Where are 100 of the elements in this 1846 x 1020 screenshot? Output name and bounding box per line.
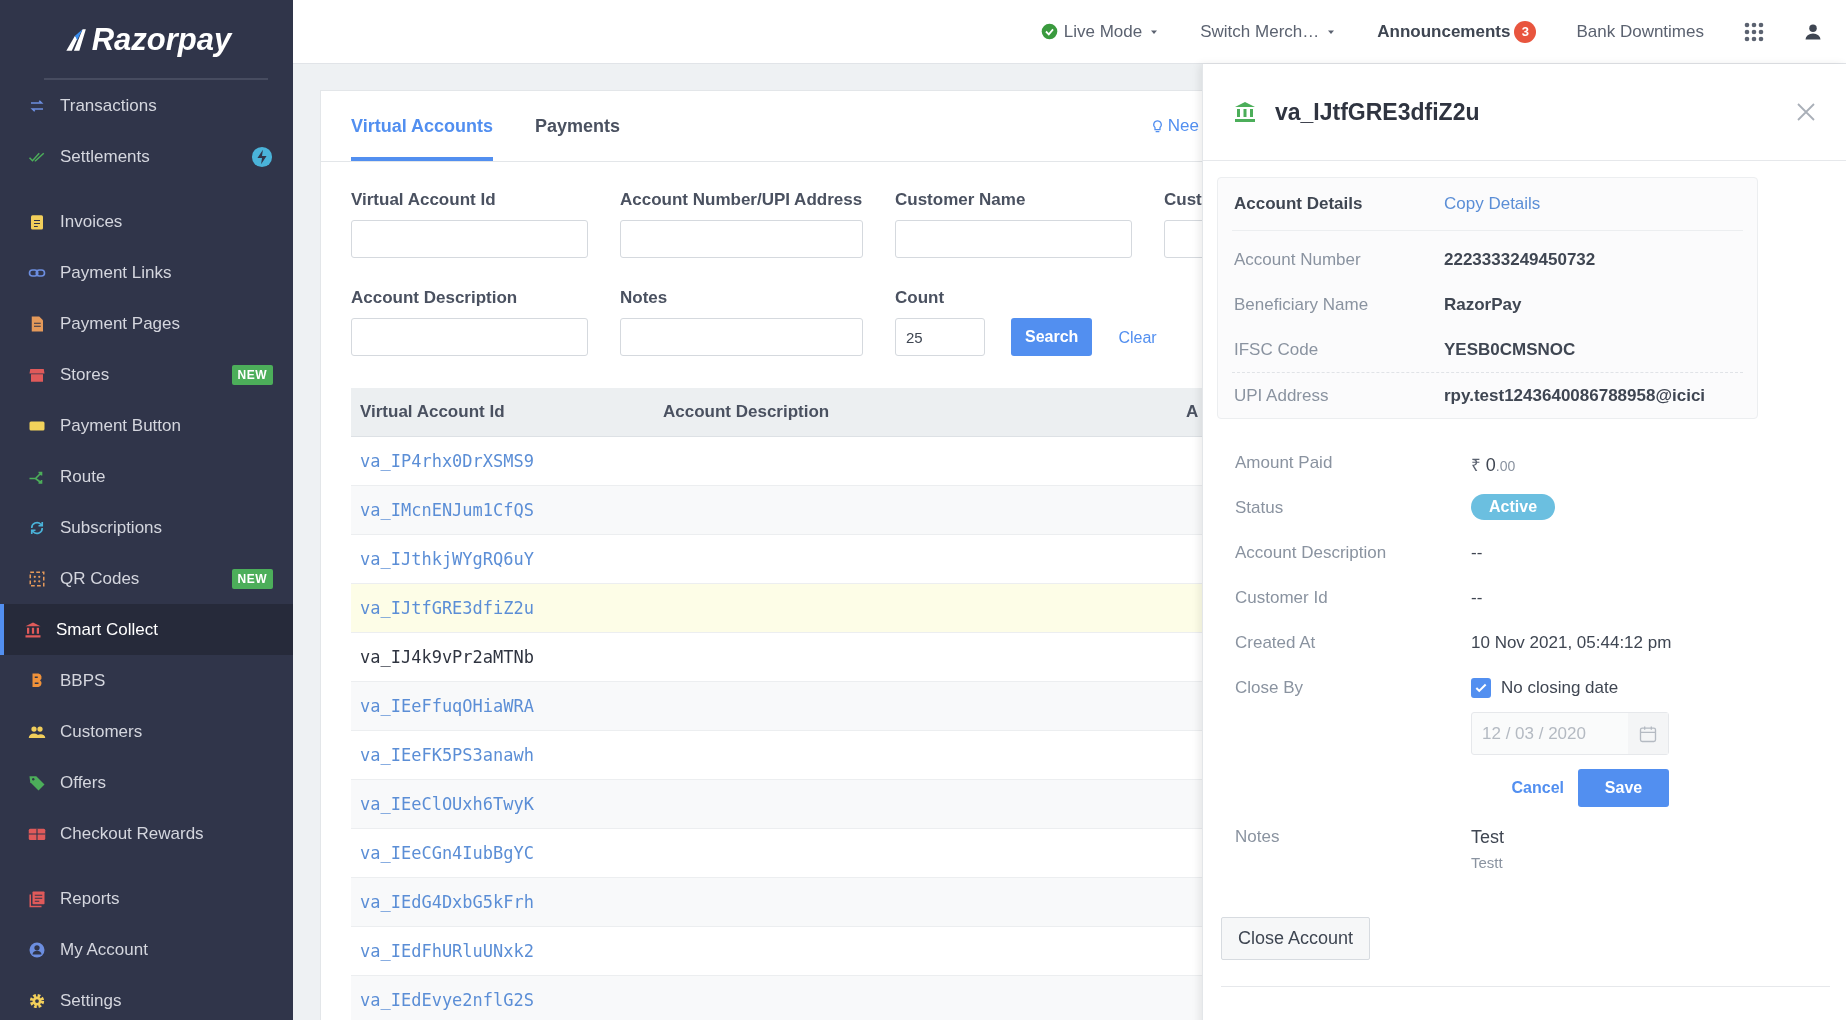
sidebar-item[interactable]: Customers bbox=[0, 706, 293, 757]
table-row[interactable]: va_IEdG4DxbG5kFrh bbox=[351, 878, 1202, 927]
detail-label: Notes bbox=[1235, 827, 1281, 847]
detail-label: Beneficiary Name bbox=[1234, 294, 1370, 315]
detail-value: -- bbox=[1471, 543, 1484, 563]
downtimes-link[interactable]: Bank Downtimes bbox=[1576, 21, 1704, 42]
clear-link[interactable]: Clear bbox=[1118, 329, 1157, 356]
field-label: Cust bbox=[1164, 190, 1202, 210]
checkbox[interactable] bbox=[1471, 678, 1491, 698]
account-id-link[interactable]: va_IEeClOUxh6TwyK bbox=[360, 794, 534, 814]
account-id-link[interactable]: va_IP4rhx0DrXSMS9 bbox=[360, 451, 534, 471]
gear-icon bbox=[28, 991, 46, 1010]
sidebar-item[interactable]: QR Codes NEW bbox=[0, 553, 293, 604]
field-label: Account Description bbox=[351, 288, 519, 308]
search-button[interactable]: Search bbox=[1011, 318, 1093, 356]
field-label: Notes bbox=[620, 288, 669, 308]
sidebar-item[interactable]: Transactions bbox=[0, 80, 293, 131]
sidebar-item[interactable]: Checkout Rewards bbox=[0, 808, 293, 859]
note-key: Test bbox=[1471, 827, 1846, 848]
field-label: Customer Name bbox=[895, 190, 1027, 210]
detail-label: Close By bbox=[1235, 678, 1305, 698]
mode-dropdown[interactable]: Live Mode bbox=[1040, 21, 1161, 42]
clipboard-icon bbox=[28, 212, 46, 231]
account-id-link[interactable]: va_IEeFK5PS3anawh bbox=[360, 745, 534, 765]
account-id-link[interactable]: va_IJtfGRE3dfiZ2u bbox=[360, 598, 534, 618]
filter-field[interactable] bbox=[351, 220, 588, 258]
qr-code-icon bbox=[28, 569, 46, 588]
field-label: Count bbox=[895, 288, 946, 308]
filter-field[interactable] bbox=[620, 220, 863, 258]
account-id-link[interactable]: va_IEeCGn4IubBgYC bbox=[360, 843, 534, 863]
detail-label: IFSC Code bbox=[1234, 339, 1320, 360]
account-id-link[interactable]: va_IJthkjWYgRQ6uY bbox=[360, 549, 534, 569]
account-id-link[interactable]: va_IEeFfuqOHiaWRA bbox=[360, 696, 534, 716]
section-heading: Account Details bbox=[1234, 194, 1364, 214]
filter-field[interactable] bbox=[351, 318, 588, 356]
table-row[interactable]: va_IJtfGRE3dfiZ2u bbox=[351, 584, 1202, 633]
detail-value: 10 Nov 2021, 05:44:12 pm bbox=[1471, 633, 1673, 653]
filter-field[interactable]: 25 bbox=[895, 318, 985, 356]
column-header: A bbox=[1186, 402, 1200, 422]
amount-value: ₹ 0.00 bbox=[1471, 454, 1517, 476]
checkbox-label: No closing date bbox=[1501, 678, 1619, 698]
sidebar-item[interactable]: Settlements bbox=[0, 131, 293, 182]
column-header: Account Description bbox=[663, 402, 831, 422]
sidebar-item[interactable]: Offers bbox=[0, 757, 293, 808]
table-row[interactable]: va_IEeFfuqOHiaWRA bbox=[351, 682, 1202, 731]
sidebar-item[interactable]: Stores NEW bbox=[0, 349, 293, 400]
detail-value: RazorPay bbox=[1444, 294, 1523, 315]
detail-label: Status bbox=[1235, 498, 1285, 518]
table-row[interactable]: va_IMcnENJum1CfQS bbox=[351, 486, 1202, 535]
sidebar-item[interactable]: Invoices bbox=[0, 196, 293, 247]
account-icon bbox=[28, 940, 46, 959]
save-button[interactable]: Save bbox=[1578, 769, 1669, 807]
detail-value: rpy.test1243640086788958@icici bbox=[1444, 385, 1707, 406]
bank-icon bbox=[24, 620, 42, 639]
account-id-link[interactable]: va_IEdG4DxbG5kFrh bbox=[360, 892, 534, 912]
cancel-link[interactable]: Cancel bbox=[1511, 779, 1564, 797]
logo-text: Razorpay bbox=[91, 22, 232, 58]
detail-value: YESB0CMSNOC bbox=[1444, 339, 1577, 360]
account-id-link[interactable]: va_IEdEvye2nflG2S bbox=[360, 990, 534, 1010]
sidebar-item[interactable]: Subscriptions bbox=[0, 502, 293, 553]
detail-value: 2223333249450732 bbox=[1444, 249, 1597, 270]
sidebar-item[interactable]: Reports bbox=[0, 873, 293, 924]
new-badge: NEW bbox=[231, 568, 273, 589]
note-value: Testt bbox=[1471, 854, 1504, 871]
help-link[interactable]: Nee bbox=[1149, 91, 1199, 161]
merchant-dropdown[interactable]: Switch Merch… bbox=[1200, 21, 1338, 42]
new-badge: NEW bbox=[231, 364, 273, 385]
sidebar-item[interactable]: Settings bbox=[0, 975, 293, 1020]
detail-label: Amount Paid bbox=[1235, 453, 1334, 473]
account-id-link[interactable]: va_IMcnENJum1CfQS bbox=[360, 500, 534, 520]
sidebar-item[interactable]: BBPS bbox=[0, 655, 293, 706]
close-icon[interactable] bbox=[1796, 102, 1816, 122]
detail-label: Account Number bbox=[1234, 249, 1362, 270]
filter-field[interactable] bbox=[620, 318, 863, 356]
table-row[interactable]: va_IEdEvye2nflG2S bbox=[351, 976, 1202, 1020]
tag-icon bbox=[28, 773, 46, 792]
copy-details-link[interactable]: Copy Details bbox=[1444, 194, 1743, 214]
sidebar-item[interactable]: Route bbox=[0, 451, 293, 502]
sidebar-item[interactable]: Payment Button bbox=[0, 400, 293, 451]
account-id-link[interactable]: va_IEdFhURluUNxk2 bbox=[360, 941, 534, 961]
detail-value: -- bbox=[1471, 588, 1484, 608]
panel-title: va_IJtfGRE3dfiZ2u bbox=[1275, 98, 1481, 126]
detail-label: Created At bbox=[1235, 633, 1317, 653]
check-icon bbox=[1474, 681, 1488, 695]
sidebar-item[interactable]: Payment Pages bbox=[0, 298, 293, 349]
field-label: Account Number/UPI Address bbox=[620, 190, 863, 210]
sidebar-item[interactable]: Payment Links bbox=[0, 247, 293, 298]
table-row[interactable]: va_IEeClOUxh6TwyK bbox=[351, 780, 1202, 829]
column-header: Virtual Account Id bbox=[360, 402, 506, 422]
tab[interactable]: Virtual Accounts bbox=[351, 91, 494, 161]
lightning-icon bbox=[251, 145, 273, 168]
announcements-link[interactable]: Announcements 3 bbox=[1377, 20, 1537, 43]
detail-label: UPI Address bbox=[1234, 385, 1330, 406]
close-account-button[interactable]: Close Account bbox=[1221, 917, 1371, 960]
account-id: va_IJ4k9vPr2aMTNb bbox=[360, 647, 534, 667]
sidebar-item[interactable]: My Account bbox=[0, 924, 293, 975]
detail-label: Customer Id bbox=[1235, 588, 1329, 608]
filter-field[interactable] bbox=[895, 220, 1132, 258]
tab[interactable]: Payments bbox=[535, 91, 621, 161]
sidebar-item[interactable]: Smart Collect bbox=[0, 604, 293, 655]
